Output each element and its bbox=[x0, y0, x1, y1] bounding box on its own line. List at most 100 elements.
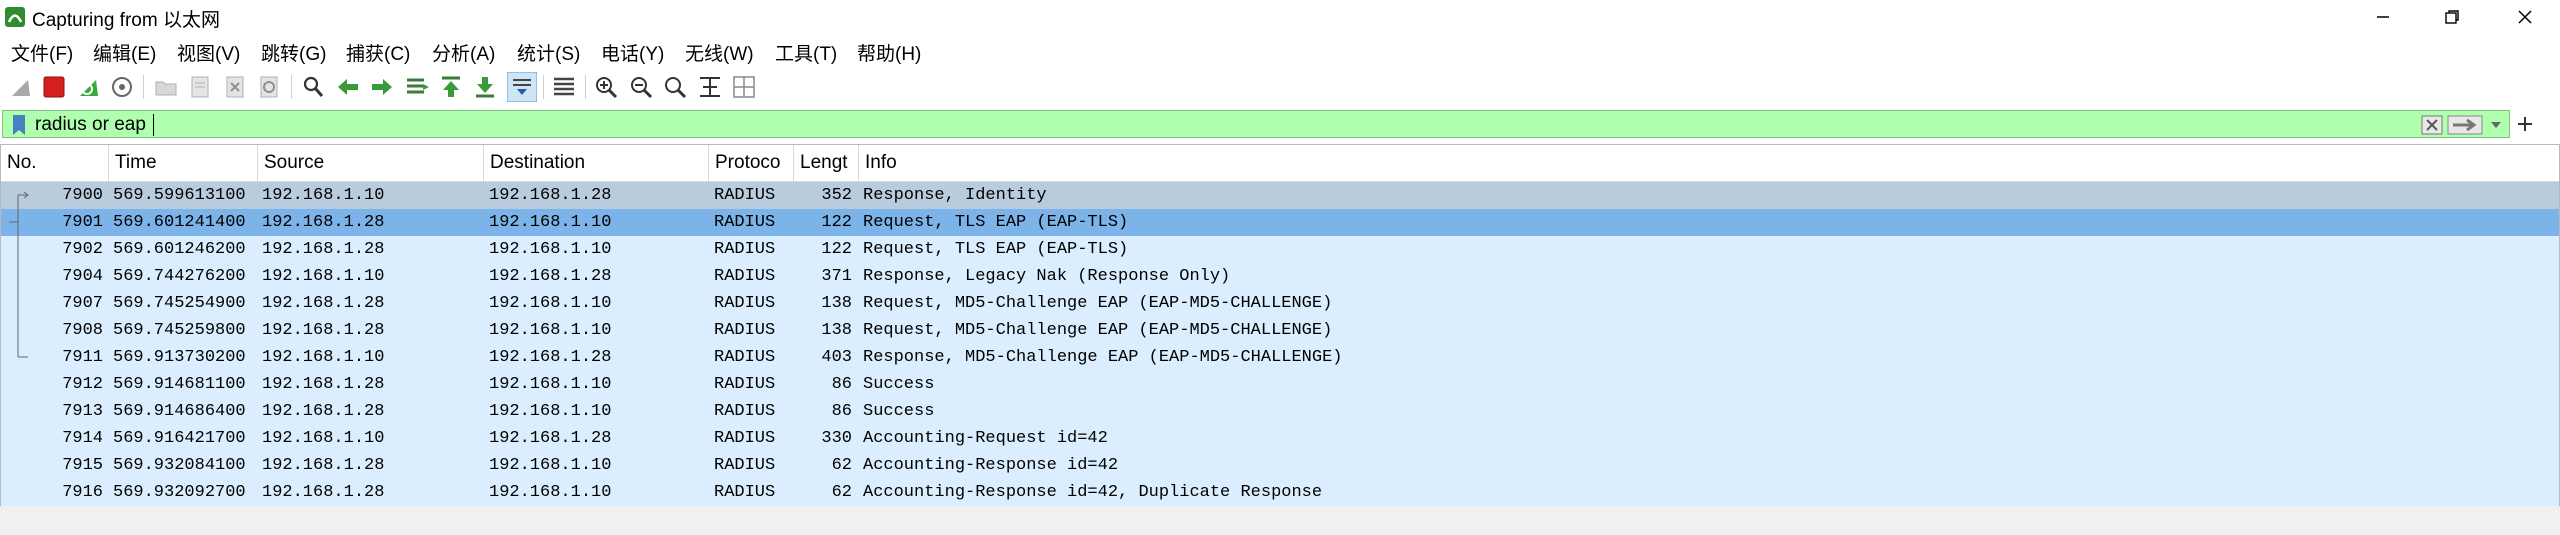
shark-fin-icon[interactable] bbox=[8, 74, 34, 100]
packet-cell-length: 330 bbox=[821, 429, 852, 448]
packet-cell-source: 192.168.1.28 bbox=[262, 240, 385, 259]
packet-row[interactable]: 7902 569.601246200 192.168.1.28 192.168.1.1… bbox=[1, 236, 2559, 263]
packet-row[interactable]: 7912 569.914681100 192.168.1.28 192.168.1.1… bbox=[1, 371, 2559, 398]
menu-edit[interactable]: 编辑(E) bbox=[93, 39, 156, 66]
packet-cell-time: 569.744276200 bbox=[113, 267, 246, 286]
zoom-in-icon[interactable] bbox=[593, 74, 619, 100]
apply-filter-icon[interactable] bbox=[2447, 115, 2483, 135]
minimize-button[interactable] bbox=[2355, 0, 2411, 34]
packet-cell-length: 86 bbox=[831, 375, 852, 394]
packet-row[interactable]: 7908 569.745259800 192.168.1.28 192.168.1.1… bbox=[1, 317, 2559, 344]
layout-icon[interactable] bbox=[731, 74, 757, 100]
column-header-info[interactable]: Info bbox=[859, 145, 2559, 181]
reload-file-icon[interactable] bbox=[256, 74, 282, 100]
close-icon bbox=[2518, 10, 2532, 24]
maximize-button[interactable] bbox=[2424, 0, 2480, 34]
close-file-icon[interactable] bbox=[222, 74, 248, 100]
close-button[interactable] bbox=[2497, 0, 2553, 34]
go-to-packet-icon[interactable] bbox=[404, 74, 430, 100]
wireshark-app-icon bbox=[5, 7, 25, 27]
text-caret bbox=[153, 114, 154, 136]
packet-row[interactable]: 7904 569.744276200 192.168.1.10 192.168.1.2… bbox=[1, 263, 2559, 290]
column-header-protocol[interactable]: Protoco bbox=[709, 145, 794, 181]
packet-cell-length: 122 bbox=[821, 213, 852, 232]
go-back-icon[interactable] bbox=[335, 74, 361, 100]
menu-tools[interactable]: 工具(T) bbox=[775, 39, 837, 66]
packet-cell-source: 192.168.1.28 bbox=[262, 321, 385, 340]
add-filter-button-icon[interactable] bbox=[2516, 115, 2534, 133]
filter-history-dropdown-icon[interactable] bbox=[2489, 120, 2503, 130]
menu-wireless[interactable]: 无线(W) bbox=[685, 39, 754, 66]
packet-cell-protocol: RADIUS bbox=[714, 321, 776, 340]
packet-row[interactable]: 7900 569.599613100 192.168.1.10 192.168.1.2… bbox=[1, 182, 2559, 209]
clear-filter-icon[interactable] bbox=[2421, 115, 2443, 135]
packet-cell-time: 569.599613100 bbox=[113, 186, 246, 205]
last-packet-icon[interactable] bbox=[472, 74, 498, 100]
packet-row[interactable]: 7914 569.916421700 192.168.1.10 192.168.1.2… bbox=[1, 425, 2559, 452]
packet-cell-destination: 192.168.1.28 bbox=[489, 186, 612, 205]
packet-cell-info: Response, Identity bbox=[863, 186, 1047, 205]
packet-cell-source: 192.168.1.28 bbox=[262, 456, 385, 475]
packet-cell-length: 371 bbox=[821, 267, 852, 286]
packet-cell-destination: 192.168.1.10 bbox=[489, 240, 612, 259]
first-packet-icon[interactable] bbox=[438, 74, 464, 100]
display-filter-input[interactable] bbox=[35, 113, 2415, 137]
menu-help[interactable]: 帮助(H) bbox=[857, 39, 921, 66]
restart-capture-icon[interactable] bbox=[76, 74, 102, 100]
packet-cell-protocol: RADIUS bbox=[714, 375, 776, 394]
packet-cell-destination: 192.168.1.10 bbox=[489, 321, 612, 340]
packet-cell-protocol: RADIUS bbox=[714, 186, 776, 205]
toolbar-separator bbox=[585, 75, 586, 99]
related-packet-arrow-icon bbox=[9, 191, 29, 358]
packet-cell-length: 62 bbox=[831, 456, 852, 475]
go-forward-icon[interactable] bbox=[369, 74, 395, 100]
packet-row[interactable]: 7916 569.932092700 192.168.1.28 192.168.1.1… bbox=[1, 479, 2559, 506]
packet-cell-info: Success bbox=[863, 375, 935, 394]
packet-cell-info: Accounting-Response id=42, Duplicate Res… bbox=[863, 483, 1323, 502]
menu-bar: 文件(F) 编辑(E) 视图(V) 跳转(G) 捕获(C) 分析(A) 统计(S… bbox=[0, 34, 2560, 66]
packet-cell-source: 192.168.1.10 bbox=[262, 429, 385, 448]
packet-row[interactable]: 7911 569.913730200 192.168.1.10 192.168.1.2… bbox=[1, 344, 2559, 371]
autoscroll-icon[interactable] bbox=[507, 72, 537, 102]
menu-statistics[interactable]: 统计(S) bbox=[517, 39, 580, 66]
packet-cell-time: 569.745259800 bbox=[113, 321, 246, 340]
save-file-icon[interactable] bbox=[187, 74, 213, 100]
packet-row[interactable]: 7913 569.914686400 192.168.1.28 192.168.1.1… bbox=[1, 398, 2559, 425]
packet-cell-length: 62 bbox=[831, 483, 852, 502]
packet-row[interactable]: 7907 569.745254900 192.168.1.28 192.168.1.1… bbox=[1, 290, 2559, 317]
packet-cell-protocol: RADIUS bbox=[714, 429, 776, 448]
normal-size-icon[interactable] bbox=[662, 74, 688, 100]
packet-cell-length: 122 bbox=[821, 240, 852, 259]
packet-list-header: No. Time Source Destination Protoco Leng… bbox=[1, 145, 2559, 182]
menu-telephony[interactable]: 电话(Y) bbox=[601, 39, 664, 66]
packet-cell-protocol: RADIUS bbox=[714, 267, 776, 286]
colorize-icon[interactable] bbox=[551, 74, 577, 100]
menu-capture[interactable]: 捕获(C) bbox=[346, 39, 410, 66]
stop-capture-icon[interactable] bbox=[41, 74, 67, 100]
find-packet-icon[interactable] bbox=[300, 74, 326, 100]
zoom-out-icon[interactable] bbox=[628, 74, 654, 100]
menu-go[interactable]: 跳转(G) bbox=[261, 39, 326, 66]
column-header-length[interactable]: Lengt bbox=[794, 145, 859, 181]
resize-columns-icon[interactable] bbox=[697, 74, 723, 100]
display-filter-box bbox=[2, 110, 2510, 138]
bookmark-icon[interactable] bbox=[9, 114, 29, 136]
packet-cell-source: 192.168.1.28 bbox=[262, 375, 385, 394]
menu-view[interactable]: 视图(V) bbox=[177, 39, 240, 66]
open-file-icon[interactable] bbox=[153, 74, 179, 100]
packet-row[interactable]: 7915 569.932084100 192.168.1.28 192.168.1.1… bbox=[1, 452, 2559, 479]
conversation-tree-indicator bbox=[9, 182, 29, 358]
menu-analyze[interactable]: 分析(A) bbox=[432, 39, 495, 66]
column-header-time[interactable]: Time bbox=[109, 145, 258, 181]
packet-row[interactable]: 7901 569.601241400 192.168.1.28 192.168.1.1… bbox=[1, 209, 2559, 236]
capture-options-icon[interactable] bbox=[109, 74, 135, 100]
column-header-destination[interactable]: Destination bbox=[484, 145, 709, 181]
column-header-no[interactable]: No. bbox=[1, 145, 109, 181]
packet-cell-source: 192.168.1.28 bbox=[262, 483, 385, 502]
packet-cell-destination: 192.168.1.28 bbox=[489, 348, 612, 367]
packet-cell-time: 569.932084100 bbox=[113, 456, 246, 475]
packet-cell-protocol: RADIUS bbox=[714, 294, 776, 313]
packet-cell-source: 192.168.1.28 bbox=[262, 402, 385, 421]
column-header-source[interactable]: Source bbox=[258, 145, 484, 181]
menu-file[interactable]: 文件(F) bbox=[11, 39, 73, 66]
